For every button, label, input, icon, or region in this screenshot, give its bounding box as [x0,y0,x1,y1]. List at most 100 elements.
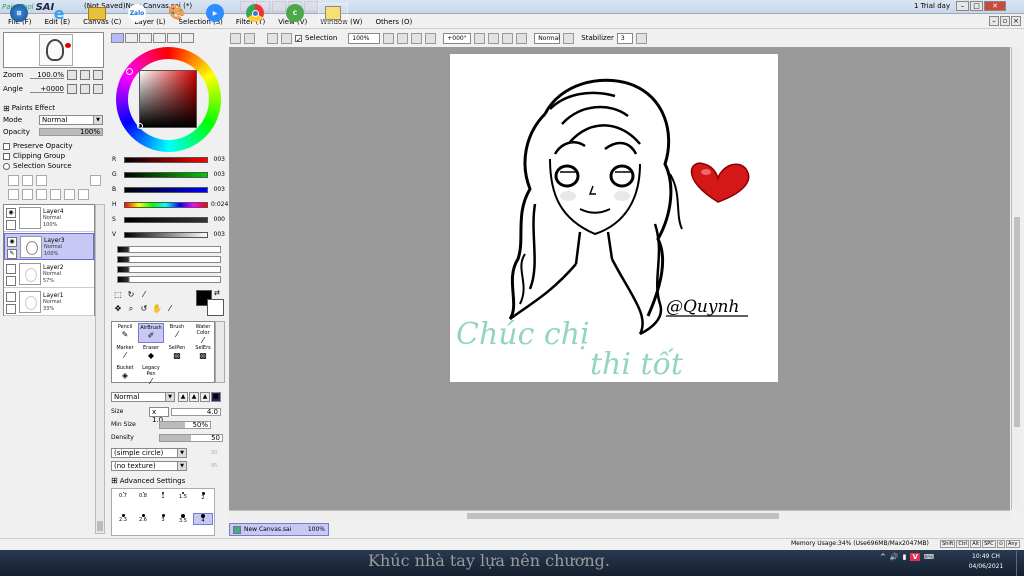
maximize-button[interactable]: □ [970,1,983,11]
view-mode-field[interactable]: Normal [534,32,561,44]
lock-icon[interactable] [6,220,16,230]
copy-layer-icon[interactable] [8,189,19,200]
value-value[interactable]: 003 [211,231,225,238]
eye-icon[interactable]: ◉ [6,208,16,218]
taskbar-paint-tool-sai[interactable] [318,3,348,23]
sv-cursor[interactable] [137,123,143,129]
canvas-vertical-scrollbar[interactable] [1011,47,1022,510]
hue-value[interactable]: 0:024 [211,201,228,208]
taskbar-explorer[interactable] [82,3,112,23]
layer-mask-icon[interactable] [64,189,75,200]
rotate-reset-icon[interactable] [488,32,500,44]
undo-icon[interactable] [230,32,241,44]
green-slider[interactable] [124,171,208,178]
preserve-opacity-row[interactable]: Preserve Opacity [3,141,107,151]
new-linework-layer-icon[interactable] [22,175,33,186]
tool-brush[interactable]: Brush ⁄ [164,323,190,343]
tool-legacy-pen[interactable]: Legacy Pen ⁄ [138,364,164,386]
rotate-reset-button[interactable] [80,84,90,94]
stabilizer-dropdown-icon[interactable] [635,32,647,44]
brush-shape-select[interactable]: (simple circle) ▼ [111,447,187,458]
navigator-preview[interactable] [3,32,104,68]
selection-checkbox[interactable]: ✓ [295,34,302,44]
advanced-settings-toggle[interactable]: ⊞ Advanced Settings [111,474,225,487]
minimize-button[interactable]: – [956,1,969,11]
density-slider[interactable]: 50 [159,433,223,442]
zoom-out-icon[interactable] [397,32,409,44]
size-preset[interactable]: 0.8 [133,492,153,499]
size-preset[interactable]: 1 [153,492,173,500]
stabilizer-field[interactable]: 3 [616,32,633,44]
layer-mode-select[interactable]: Normal ▼ [39,115,103,125]
new-layer-icon[interactable] [8,175,19,186]
new-folder-icon[interactable] [36,175,47,186]
rotate-cw-icon[interactable] [502,32,514,44]
invert-selection-icon[interactable] [281,32,292,44]
saturation-slider[interactable] [124,216,208,223]
apply-mask-icon[interactable] [78,189,89,200]
tool-watercolor[interactable]: Water Color ⁄ [190,323,216,345]
flip-icon[interactable] [516,32,528,44]
scratchpad-tab[interactable] [181,33,194,43]
taskbar-zoom[interactable]: ▶ [200,3,230,23]
layer-panel-scrollbar[interactable] [95,204,105,534]
lasso-icon[interactable]: ↻ [126,290,136,300]
color-wheel-tab[interactable] [111,33,124,43]
selection-source-row[interactable]: Selection Source [3,161,107,171]
drawing-canvas[interactable]: @Quynh Chúc chị thi tốt [450,54,778,382]
size-preset[interactable]: 3 [153,514,173,523]
tool-marker[interactable]: Marker ⁄ [112,344,138,364]
zoom-value[interactable]: 100.0% [30,71,64,79]
mode-dropdown-icon[interactable] [563,32,575,44]
zoom-in-button[interactable] [80,70,90,80]
volume-icon[interactable]: 🔊 [890,553,899,561]
shape-round-icon[interactable]: ▲ [189,391,199,402]
brush-texture-select[interactable]: (no texture) ▼ [111,460,187,471]
red-slider[interactable] [124,156,208,163]
rotate-left-button[interactable] [67,84,77,94]
swatch-strip[interactable] [117,276,221,283]
layer-item[interactable]: Layer2 Normal 57% [4,261,94,288]
blue-value[interactable]: 003 [211,186,225,193]
tool-bucket[interactable]: Bucket ◈ [112,364,138,384]
size-preset[interactable]: 2.3 [113,514,133,523]
paint-brush-icon[interactable]: ✎ [7,249,17,259]
eyedropper-icon[interactable]: ⁄ [165,304,175,314]
tool-pencil[interactable]: Pencil ✎ [112,323,138,343]
red-value[interactable]: 003 [211,156,225,163]
swap-colors-icon[interactable]: ⇄ [214,289,220,297]
taskbar-ie[interactable]: e [44,3,74,23]
layer-item[interactable]: ◉ Layer4 Normal 100% [4,205,94,232]
mixer-tab[interactable] [167,33,180,43]
tool-eraser[interactable]: Eraser ◆ [138,344,164,364]
canvas-tab[interactable]: New Canvas.sai 100% [229,523,329,536]
move-icon[interactable]: ✥ [113,304,123,314]
rotate-icon[interactable]: ↺ [139,304,149,314]
zoom-icon[interactable]: ⌕ [126,304,136,314]
canvas-horizontal-scrollbar[interactable] [229,510,1010,521]
opacity-slider[interactable]: 100% [39,128,103,136]
size-preset[interactable]: 2.6 [133,514,153,523]
preserve-opacity-checkbox[interactable] [3,142,10,150]
paints-effect-header[interactable]: ⊞ Paints Effect [3,102,107,114]
show-desktop-button[interactable] [1016,551,1024,576]
tool-selpen[interactable]: SelPen ▩ [164,344,190,364]
start-button[interactable]: ⊞ [4,3,34,23]
eye-icon[interactable]: ◉ [7,237,17,247]
size-preset[interactable]: 3.5 [173,514,193,524]
zoom-dropdown-icon[interactable] [383,32,395,44]
zoom-out-button[interactable] [67,70,77,80]
clipping-group-row[interactable]: Clipping Group [3,151,107,161]
lock-icon[interactable] [6,276,16,286]
doc-minimize-button[interactable]: – [989,16,999,26]
menu-others[interactable]: Others (O) [376,18,413,26]
network-icon[interactable]: ▮ [903,553,907,561]
secondary-color-swatch[interactable] [207,299,224,316]
doc-restore-button[interactable]: ▫ [1000,16,1010,26]
angle-value[interactable]: +0000 [30,85,64,93]
close-button[interactable]: ✕ [984,1,1006,11]
taskbar-cococ[interactable]: C [280,3,310,23]
canvas-angle-field[interactable]: +000° [443,32,472,44]
chevron-up-icon[interactable]: ^ [880,553,886,561]
rgb-slider-tab[interactable] [125,33,138,43]
